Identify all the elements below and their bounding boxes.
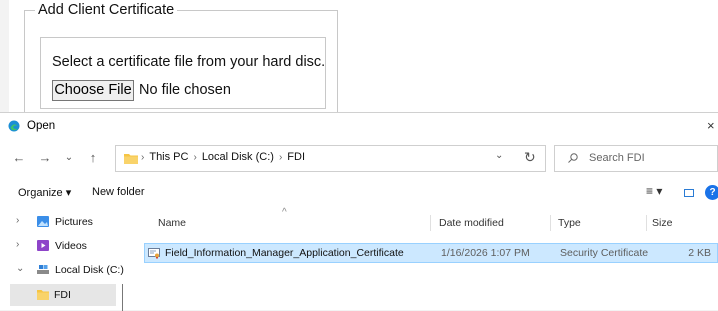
navigation-bar: ← → ⌄ ↑ › This PC › Local Disk (C:) › FDI ⌄ ↻…	[0, 143, 718, 173]
file-size: 2 KB	[688, 247, 711, 259]
file-date-modified: 1/16/2026 1:07 PM	[441, 247, 530, 259]
file-name: Field_Information_Manager_Application_Ce…	[165, 247, 404, 259]
search-icon	[568, 153, 578, 163]
dialog-title-bar: Open ×	[0, 113, 718, 141]
back-arrow-icon[interactable]: ←	[10, 147, 28, 169]
search-placeholder: Search FDI	[589, 152, 645, 164]
breadcrumb-separator-icon: ›	[193, 152, 197, 163]
drive-icon	[37, 265, 49, 274]
folder-icon	[124, 154, 138, 164]
pane-splitter[interactable]	[122, 284, 123, 311]
breadcrumb-local-disk[interactable]: Local Disk (C:)	[202, 151, 274, 163]
command-bar: Organize ▾ New folder ≡ ▾ ?	[0, 179, 718, 205]
certificate-file-icon	[148, 248, 160, 259]
breadcrumb: › This PC › Local Disk (C:) › FDI	[141, 151, 305, 163]
sidebar-item-label: Pictures	[55, 216, 93, 228]
sidebar-item-local-disk[interactable]: ⌄ Local Disk (C:)	[0, 259, 124, 281]
file-list: ^ Name Date modified Type Size Field_Inf…	[130, 207, 718, 311]
web-page: Add Client Certificate Select a certific…	[0, 0, 718, 123]
view-options-icon[interactable]: ≡ ▾	[646, 184, 662, 198]
edge-browser-icon	[8, 120, 20, 132]
organize-menu-button[interactable]: Organize ▾	[18, 186, 71, 199]
open-file-dialog: Open × ← → ⌄ ↑ › This PC › Local Disk (C:) ›…	[0, 112, 718, 311]
dialog-title: Open	[27, 120, 56, 132]
help-icon[interactable]: ?	[705, 185, 718, 200]
search-input[interactable]: Search FDI	[554, 145, 718, 172]
column-header-name[interactable]: Name	[158, 217, 186, 229]
new-folder-button[interactable]: New folder	[92, 186, 145, 198]
column-divider[interactable]	[430, 215, 431, 231]
expand-chevron-icon[interactable]: ›	[16, 215, 19, 226]
expand-chevron-icon[interactable]: ⌄	[16, 263, 24, 274]
expand-chevron-icon[interactable]: ›	[16, 239, 19, 250]
address-dropdown-chevron-icon[interactable]: ⌄	[495, 150, 503, 161]
address-bar[interactable]: › This PC › Local Disk (C:) › FDI ⌄ ↻	[115, 145, 546, 172]
close-icon[interactable]: ×	[707, 118, 715, 133]
column-header-date-modified[interactable]: Date modified	[439, 217, 504, 229]
column-header-size[interactable]: Size	[652, 217, 672, 229]
breadcrumb-fdi[interactable]: FDI	[287, 151, 305, 163]
forward-arrow-icon[interactable]: →	[36, 147, 54, 169]
sidebar-item-videos[interactable]: › Videos	[0, 235, 120, 257]
breadcrumb-this-pc[interactable]: This PC	[149, 151, 188, 163]
sort-ascending-icon: ^	[282, 207, 287, 218]
sidebar-item-fdi[interactable]: FDI	[10, 284, 116, 306]
fieldset-legend: Add Client Certificate	[38, 2, 175, 18]
breadcrumb-separator-icon: ›	[141, 152, 145, 163]
instruction-text: Select a certificate file from your hard…	[52, 54, 326, 70]
column-header-type[interactable]: Type	[558, 217, 581, 229]
refresh-icon[interactable]: ↻	[524, 149, 536, 166]
sidebar-item-pictures[interactable]: › Pictures	[0, 211, 120, 233]
column-divider[interactable]	[550, 215, 551, 231]
navigation-pane: › Pictures › Videos ⌄ Local Disk (C:) FD…	[0, 207, 130, 311]
preview-pane-icon[interactable]	[684, 189, 694, 197]
table-row[interactable]: Field_Information_Manager_Application_Ce…	[144, 243, 718, 263]
breadcrumb-separator-icon: ›	[278, 152, 283, 163]
folder-icon	[37, 290, 49, 300]
up-arrow-icon[interactable]: ↑	[84, 147, 102, 169]
recent-locations-chevron-icon[interactable]: ⌄	[60, 147, 78, 169]
file-type: Security Certificate	[560, 247, 649, 259]
sidebar-item-label: FDI	[54, 289, 71, 301]
file-status-text: No file chosen	[139, 82, 231, 98]
videos-icon	[37, 240, 49, 251]
pictures-icon	[37, 216, 49, 227]
sidebar-item-label: Local Disk (C:)	[55, 264, 124, 276]
column-divider[interactable]	[646, 215, 647, 231]
sidebar-item-label: Videos	[55, 240, 87, 252]
choose-file-button[interactable]: Choose File	[52, 80, 134, 101]
